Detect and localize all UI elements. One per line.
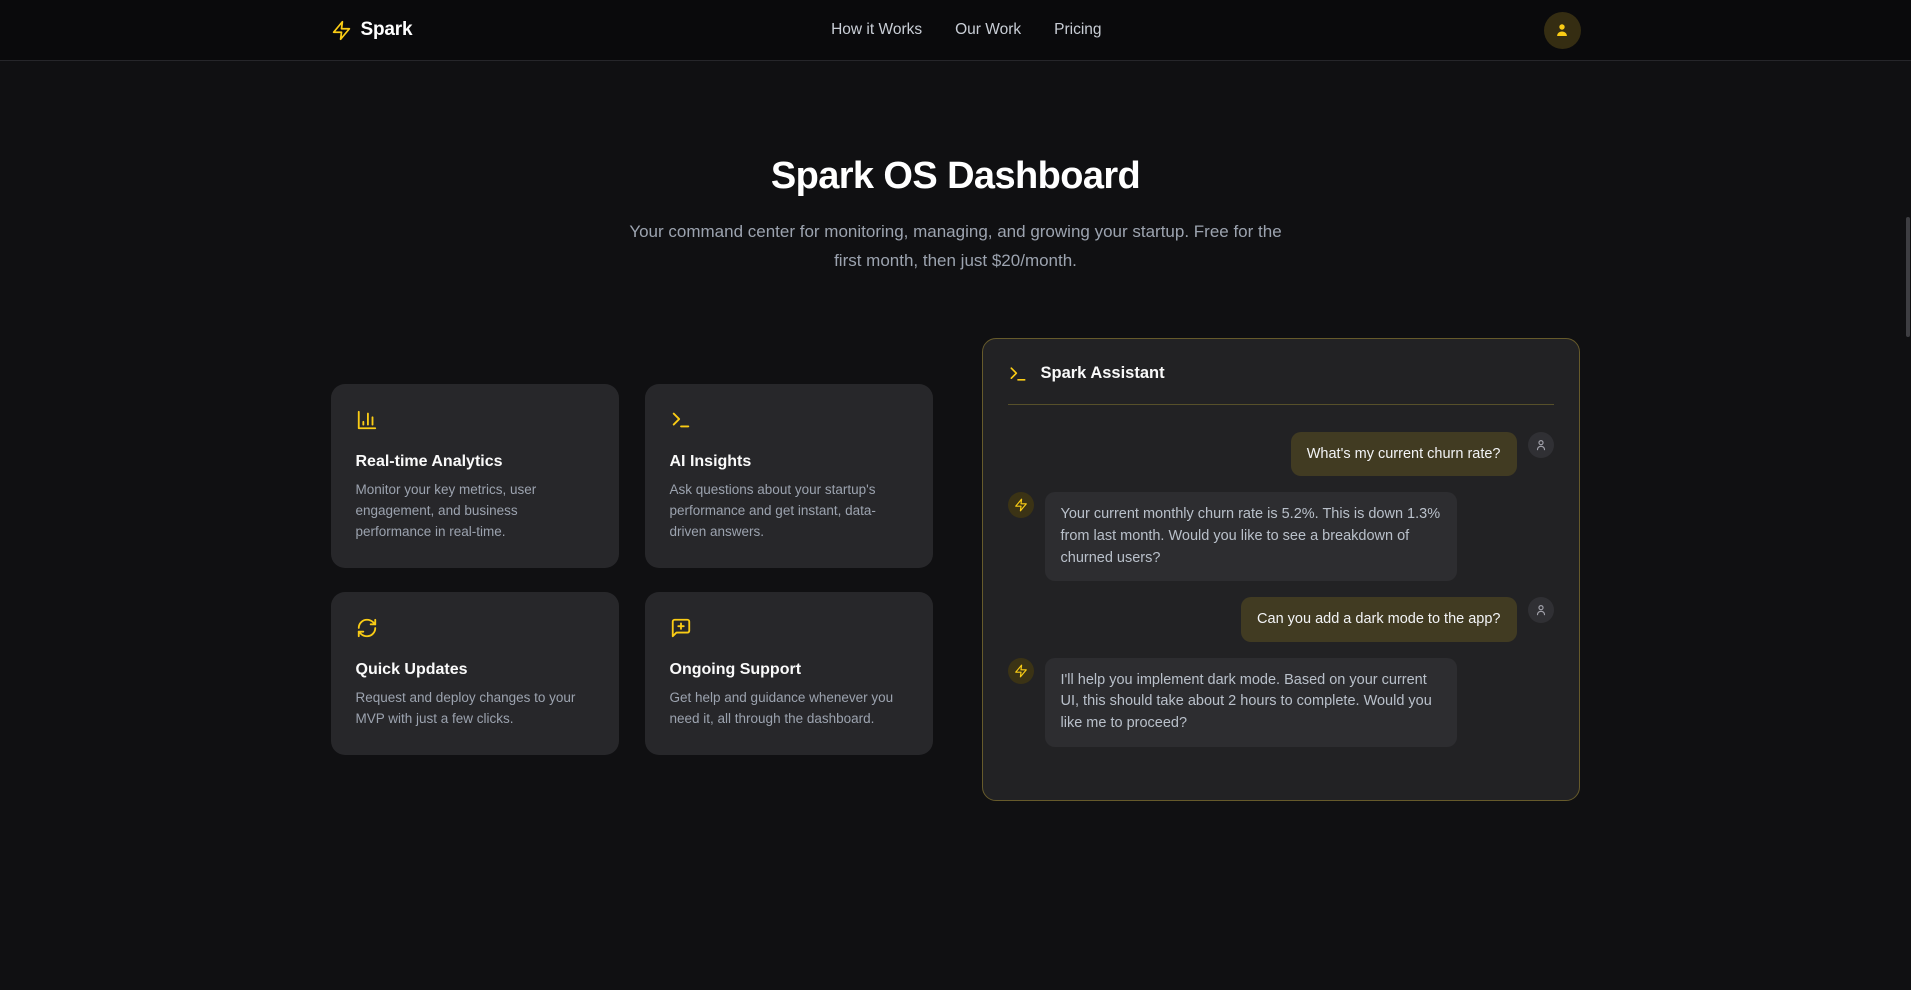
feature-description: Monitor your key metrics, user engagemen… xyxy=(356,480,594,543)
top-nav: Spark How it Works Our Work Pricing xyxy=(0,0,1911,61)
nav-link-our-work[interactable]: Our Work xyxy=(955,21,1021,39)
chat-message-user: What's my current churn rate? xyxy=(1008,432,1554,476)
user-icon xyxy=(1534,603,1548,617)
page-subtitle: Your command center for monitoring, mana… xyxy=(616,218,1296,276)
assistant-message-bubble: Your current monthly churn rate is 5.2%.… xyxy=(1045,492,1457,581)
assistant-avatar xyxy=(1008,492,1034,518)
terminal-icon xyxy=(1008,364,1028,384)
zap-icon xyxy=(1014,664,1028,678)
nav-container: Spark How it Works Our Work Pricing xyxy=(331,12,1581,49)
user-icon xyxy=(1534,438,1548,452)
user-message-bubble: What's my current churn rate? xyxy=(1291,432,1517,476)
user-avatar xyxy=(1528,432,1554,458)
feature-title: Real-time Analytics xyxy=(356,453,594,471)
assistant-message-bubble: I'll help you implement dark mode. Based… xyxy=(1045,658,1457,747)
chat-message-user: Can you add a dark mode to the app? xyxy=(1008,597,1554,641)
chat-message-assistant: I'll help you implement dark mode. Based… xyxy=(1008,658,1554,747)
user-avatar xyxy=(1528,597,1554,623)
nav-links: How it Works Our Work Pricing xyxy=(831,21,1101,39)
refresh-icon xyxy=(356,617,594,639)
feature-title: AI Insights xyxy=(670,453,908,471)
brand-logo[interactable]: Spark xyxy=(331,19,413,41)
main-content: Real-time Analytics Monitor your key met… xyxy=(331,338,1581,801)
feature-title: Quick Updates xyxy=(356,661,594,679)
nav-link-how-it-works[interactable]: How it Works xyxy=(831,21,922,39)
account-avatar-button[interactable] xyxy=(1544,12,1581,49)
chat-message-assistant: Your current monthly churn rate is 5.2%.… xyxy=(1008,492,1554,581)
terminal-icon xyxy=(670,409,908,431)
feature-title: Ongoing Support xyxy=(670,661,908,679)
feature-card-quick-updates: Quick Updates Request and deploy changes… xyxy=(331,592,619,755)
user-icon xyxy=(1553,21,1571,39)
assistant-panel-title: Spark Assistant xyxy=(1041,364,1165,383)
assistant-panel-header: Spark Assistant xyxy=(1008,364,1554,405)
brand-name: Spark xyxy=(361,19,413,41)
page-title: Spark OS Dashboard xyxy=(0,157,1911,195)
spark-assistant-panel: Spark Assistant What's my current churn … xyxy=(982,338,1580,801)
message-plus-icon xyxy=(670,617,908,639)
feature-card-realtime-analytics: Real-time Analytics Monitor your key met… xyxy=(331,384,619,568)
feature-description: Ask questions about your startup's perfo… xyxy=(670,480,908,543)
user-message-bubble: Can you add a dark mode to the app? xyxy=(1241,597,1516,641)
feature-card-ongoing-support: Ongoing Support Get help and guidance wh… xyxy=(645,592,933,755)
chat-messages: What's my current churn rate? Your curre… xyxy=(1008,432,1554,747)
zap-icon xyxy=(331,20,352,41)
features-grid: Real-time Analytics Monitor your key met… xyxy=(331,384,933,755)
nav-link-pricing[interactable]: Pricing xyxy=(1054,21,1101,39)
assistant-avatar xyxy=(1008,658,1034,684)
feature-description: Request and deploy changes to your MVP w… xyxy=(356,688,594,730)
bar-chart-icon xyxy=(356,409,594,431)
hero-section: Spark OS Dashboard Your command center f… xyxy=(0,61,1911,276)
feature-description: Get help and guidance whenever you need … xyxy=(670,688,908,730)
page-scrollbar-thumb[interactable] xyxy=(1906,217,1910,337)
zap-icon xyxy=(1014,498,1028,512)
feature-card-ai-insights: AI Insights Ask questions about your sta… xyxy=(645,384,933,568)
